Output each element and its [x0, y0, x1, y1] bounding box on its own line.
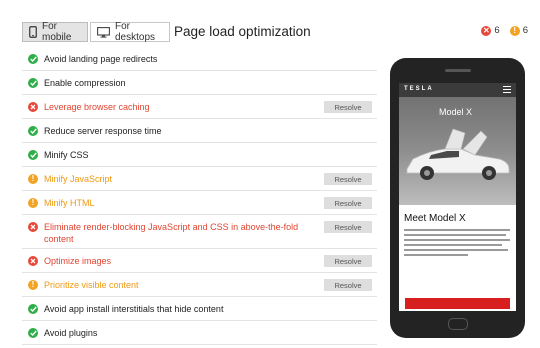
check-icon	[28, 304, 38, 314]
issue-counts: ✕ 6 ! 6	[471, 25, 528, 36]
warning-icon: !	[509, 25, 520, 36]
rule-label: Reduce server response time	[44, 125, 162, 137]
warning-icon: !	[28, 280, 38, 290]
rule-row: ! Minify JavaScript Resolve	[22, 167, 377, 191]
error-icon: ✕	[481, 25, 492, 36]
rule-label-text: Minify CSS	[44, 150, 89, 160]
rule-row: Leverage browser caching Resolve	[22, 95, 377, 119]
warning-icon: !	[28, 198, 38, 208]
rule-label: Prioritize visible content	[44, 279, 139, 291]
rule-row: Avoid landing page redirects	[22, 47, 377, 71]
page-title: Page load optimization	[174, 24, 311, 39]
rule-label: Eliminate render-blocking JavaScript and…	[44, 221, 298, 245]
rule-label-text: Optimize images	[44, 256, 112, 266]
check-icon	[28, 78, 38, 88]
error-count-value: 6	[494, 25, 500, 36]
preview-body-text	[404, 229, 510, 259]
rule-row: Minify CSS	[22, 143, 377, 167]
rules-list: Avoid landing page redirects Enable compr…	[22, 47, 377, 345]
rule-row: Reduce server response time	[22, 119, 377, 143]
tab-label: For mobile	[42, 21, 72, 43]
check-icon	[28, 54, 38, 64]
warning-icon: !	[28, 174, 38, 184]
preview-brand-logo: TESLA	[404, 86, 434, 92]
rule-label-text: Minify JavaScript	[44, 174, 113, 184]
error-icon	[28, 256, 38, 266]
rule-row: ! Minify HTML Resolve	[22, 191, 377, 215]
rule-label: Optimize images	[44, 255, 111, 267]
rule-label: Enable compression	[44, 77, 126, 89]
preview-hero-model: Model X	[439, 107, 473, 117]
rule-label-text: Reduce server response time	[44, 126, 162, 136]
check-icon	[28, 150, 38, 160]
rule-label-text: Avoid landing page redirects	[44, 54, 158, 64]
preview-cta-bar	[405, 298, 510, 309]
car-image	[406, 128, 510, 180]
phone-home-button	[448, 318, 468, 330]
warning-count-value: 6	[522, 25, 528, 36]
check-icon	[28, 328, 38, 338]
resolve-button[interactable]: Resolve	[324, 101, 372, 113]
tab-for-desktops[interactable]: For desktops	[90, 21, 170, 43]
error-count: ✕ 6	[481, 25, 500, 36]
rule-label: Minify JavaScript	[44, 173, 112, 185]
rule-row: Eliminate render-blocking JavaScript and…	[22, 215, 377, 249]
rule-label-text: Prioritize visible content	[44, 280, 139, 290]
monitor-icon	[97, 26, 110, 38]
rule-label-text: Avoid plugins	[44, 328, 98, 338]
rule-label-text: Leverage browser caching	[44, 102, 150, 112]
error-icon	[28, 222, 38, 232]
mobile-preview: TESLA Model X Meet Model X	[390, 58, 525, 338]
warning-count: ! 6	[509, 25, 528, 36]
rule-row: Enable compression	[22, 71, 377, 95]
resolve-button[interactable]: Resolve	[324, 255, 372, 267]
rule-row: ! Prioritize visible content Resolve	[22, 273, 377, 297]
rule-label-text: Minify HTML	[44, 198, 95, 208]
rule-label: Avoid plugins	[44, 327, 97, 339]
smartphone-icon	[29, 26, 37, 38]
rule-row: Avoid plugins	[22, 321, 377, 345]
rule-label-text: Avoid app install interstitials that hid…	[44, 304, 224, 314]
tab-for-mobile[interactable]: For mobile	[22, 21, 88, 43]
resolve-button[interactable]: Resolve	[324, 197, 372, 209]
preview-content-title: Meet Model X	[404, 213, 466, 224]
tab-label: For desktops	[115, 21, 156, 43]
preview-nav-bar: TESLA	[399, 83, 516, 97]
check-icon	[28, 126, 38, 136]
menu-icon	[503, 86, 511, 93]
preview-screen: TESLA Model X Meet Model X	[399, 83, 516, 311]
resolve-button[interactable]: Resolve	[324, 221, 372, 233]
rule-row: Optimize images Resolve	[22, 249, 377, 273]
report-header: For mobile For desktops Page load optimi…	[0, 0, 540, 44]
rule-label: Leverage browser caching	[44, 101, 150, 113]
rule-label-text: Eliminate render-blocking JavaScript and…	[44, 222, 299, 232]
resolve-button[interactable]: Resolve	[324, 279, 372, 291]
rule-label: Minify CSS	[44, 149, 89, 161]
resolve-button[interactable]: Resolve	[324, 173, 372, 185]
rule-label-text: Enable compression	[44, 78, 126, 88]
rule-label: Avoid landing page redirects	[44, 53, 157, 65]
rule-label: Avoid app install interstitials that hid…	[44, 303, 223, 315]
rule-label: Minify HTML	[44, 197, 95, 209]
preview-hero: TESLA Model X	[399, 83, 516, 205]
phone-speaker	[445, 69, 471, 72]
error-icon	[28, 102, 38, 112]
rule-row: Avoid app install interstitials that hid…	[22, 297, 377, 321]
rule-label-text-line2: content	[44, 234, 74, 244]
